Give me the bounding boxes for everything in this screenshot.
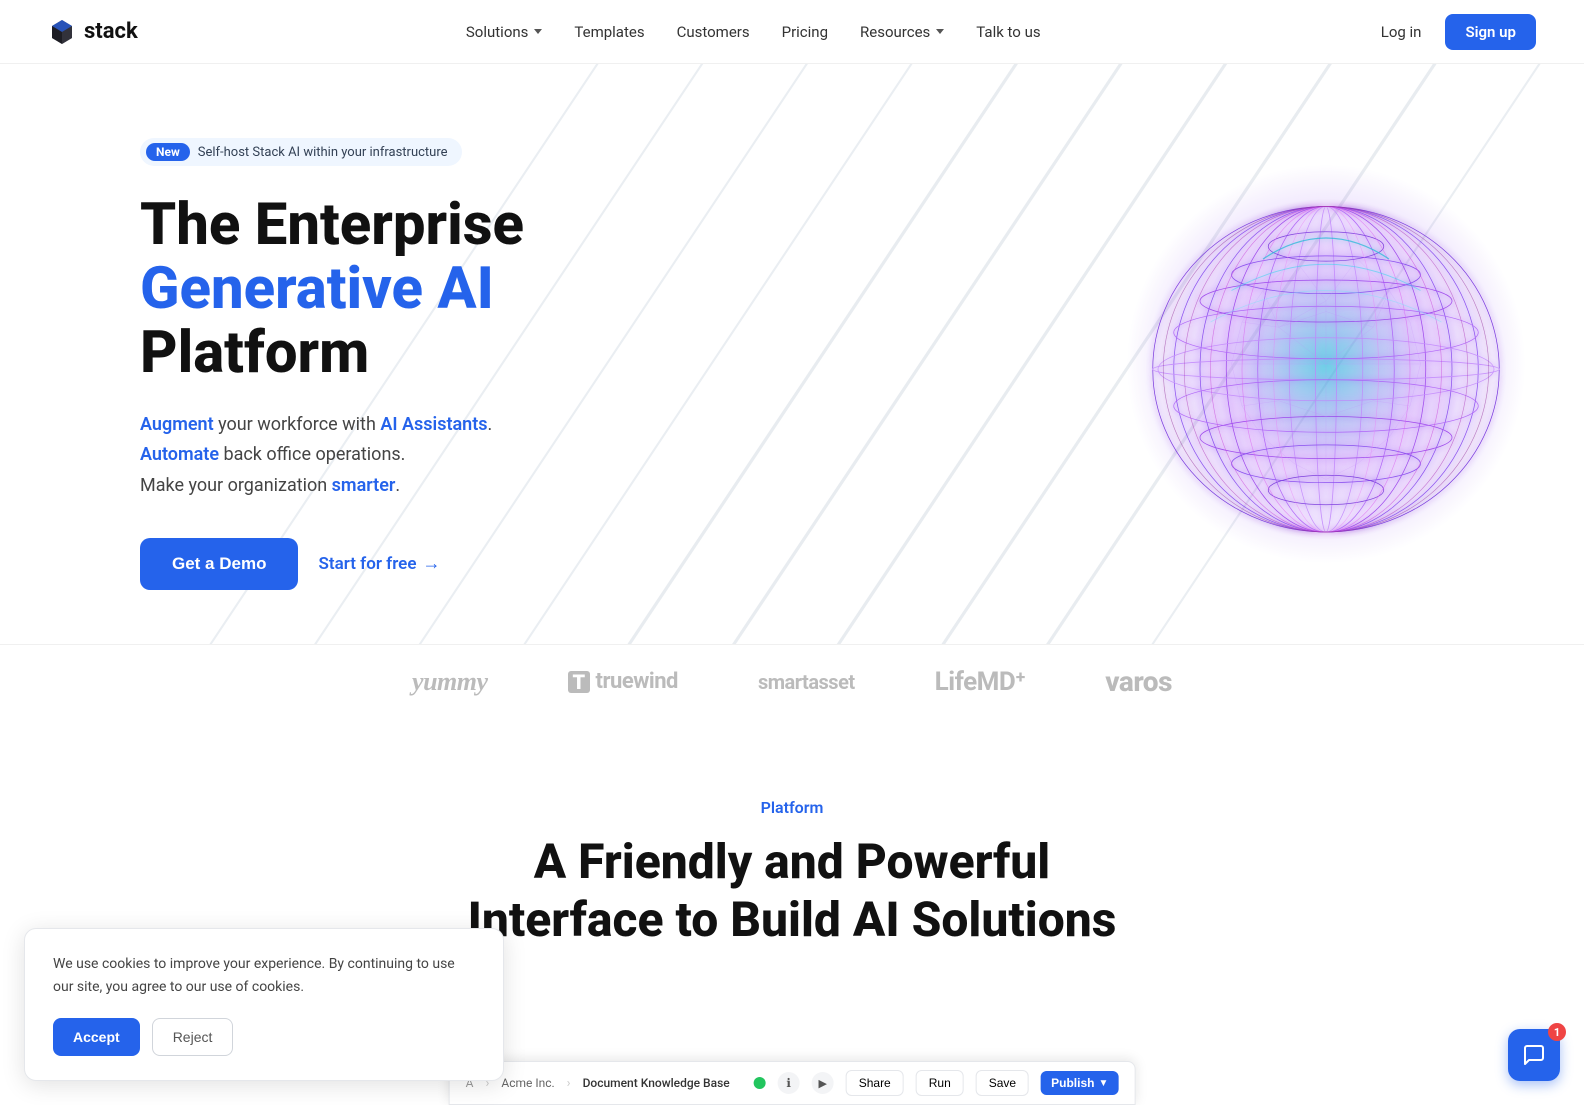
hero-title: The Enterprise Generative AI Platform: [140, 194, 524, 385]
get-demo-button[interactable]: Get a Demo: [140, 538, 298, 590]
hero-description: Augment your workforce with AI Assistant…: [140, 410, 524, 502]
chevron-down-icon: [936, 29, 944, 34]
chat-bubble-button[interactable]: 1: [1508, 1029, 1560, 1081]
logo[interactable]: stack: [48, 18, 138, 46]
save-button[interactable]: Save: [976, 1070, 1029, 1096]
info-icon[interactable]: ℹ: [778, 1072, 800, 1094]
share-button[interactable]: Share: [846, 1070, 904, 1096]
nav-solutions[interactable]: Solutions: [466, 23, 543, 41]
logo-smartasset: smartasset: [758, 670, 855, 694]
nav-customers[interactable]: Customers: [677, 23, 750, 41]
hero-section: New Self-host Stack AI within your infra…: [0, 64, 1584, 644]
logo-icon: [48, 18, 76, 46]
chevron-down-icon: [534, 29, 542, 34]
breadcrumb-knowledge-base: Document Knowledge Base: [583, 1076, 730, 1090]
publish-button[interactable]: Publish ▼: [1041, 1071, 1118, 1095]
logo-lifemd: LifeMD⁺: [935, 667, 1026, 697]
cookie-actions: Accept Reject: [53, 1018, 475, 1056]
logos-section: yummy T truewind smartasset LifeMD⁺ varo…: [0, 644, 1584, 738]
nav-templates[interactable]: Templates: [574, 23, 644, 41]
accept-cookies-button[interactable]: Accept: [53, 1018, 140, 1056]
logo-yummy: yummy: [412, 667, 488, 697]
nav-resources[interactable]: Resources: [860, 23, 944, 41]
arrow-right-icon: →: [422, 553, 440, 574]
breadcrumb-acme: Acme Inc.: [501, 1076, 554, 1090]
logo-text: stack: [84, 19, 138, 44]
platform-section: Platform A Friendly and Powerful Interfa…: [0, 738, 1584, 948]
status-dot: [754, 1077, 766, 1089]
sphere-illustration: [1116, 124, 1536, 604]
play-icon[interactable]: ▶: [812, 1072, 834, 1094]
login-button[interactable]: Log in: [1369, 15, 1434, 49]
cookie-banner: We use cookies to improve your experienc…: [24, 928, 504, 1081]
chat-notification-badge: 1: [1548, 1023, 1566, 1041]
chat-icon: [1522, 1043, 1546, 1067]
signup-button[interactable]: Sign up: [1445, 14, 1536, 50]
logo-truewind: T truewind: [568, 669, 678, 694]
hero-sphere-visual: [1116, 124, 1536, 604]
toolbar-preview: A › Acme Inc. › Document Knowledge Base …: [449, 1061, 1136, 1105]
badge-new-label: New: [146, 143, 190, 161]
breadcrumb-separator-icon: ›: [567, 1076, 571, 1091]
platform-label: Platform: [48, 798, 1536, 817]
hero-ctas: Get a Demo Start for free →: [140, 538, 524, 590]
nav-pricing[interactable]: Pricing: [782, 23, 828, 41]
cookie-text: We use cookies to improve your experienc…: [53, 953, 475, 998]
navbar: stack Solutions Templates Customers Pric…: [0, 0, 1584, 64]
chevron-down-icon: ▼: [1098, 1078, 1108, 1089]
platform-title: A Friendly and Powerful Interface to Bui…: [412, 833, 1172, 948]
start-free-button[interactable]: Start for free →: [318, 553, 440, 574]
logo-varos: varos: [1105, 665, 1172, 698]
run-button[interactable]: Run: [916, 1070, 964, 1096]
truewind-t-icon: T: [568, 671, 590, 693]
nav-talk-to-us[interactable]: Talk to us: [976, 23, 1040, 41]
reject-cookies-button[interactable]: Reject: [152, 1018, 234, 1056]
nav-actions: Log in Sign up: [1369, 14, 1536, 50]
hero-badge: New Self-host Stack AI within your infra…: [140, 138, 462, 166]
hero-content: New Self-host Stack AI within your infra…: [140, 138, 524, 589]
badge-text: Self-host Stack AI within your infrastru…: [198, 145, 448, 160]
nav-links: Solutions Templates Customers Pricing Re…: [466, 23, 1041, 41]
